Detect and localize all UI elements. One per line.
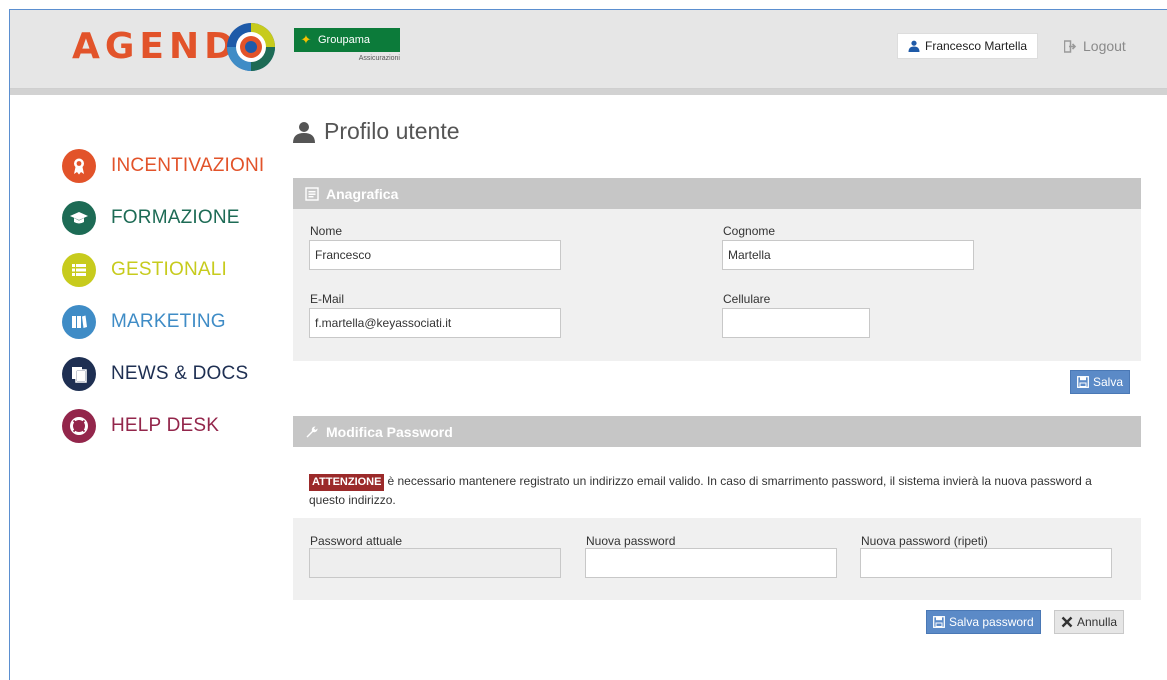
header-divider [10,89,1167,95]
email-label: E-Mail [310,292,345,306]
agend-logo-icon [227,23,275,71]
current-password-field[interactable] [309,548,561,578]
graduation-cap-icon [62,201,96,235]
id-card-icon [305,186,319,201]
email-value: f.martella@keyassociati.it [315,316,452,330]
cellulare-label: Cellulare [723,292,771,306]
new-password-label: Nuova password [586,534,676,548]
cellulare-field[interactable] [722,308,870,338]
sidebar-item-label: FORMAZIONE [111,207,240,228]
cognome-field[interactable]: Martella [722,240,974,270]
anagrafica-panel-header: Anagrafica [293,178,1141,209]
nome-field[interactable]: Francesco [309,240,561,270]
current-password-label: Password attuale [310,534,403,548]
sidebar-item-label: GESTIONALI [111,259,228,280]
page-title-text: Profilo utente [324,118,460,144]
save-icon [933,616,945,628]
sidebar-item-label: MARKETING [111,311,226,332]
user-icon [293,121,315,143]
documents-icon [62,357,96,391]
cognome-value: Martella [728,248,771,262]
nome-label: Nome [310,224,343,238]
nome-value: Francesco [315,248,372,262]
salva-label: Salva [1093,375,1124,389]
warning-badge: ATTENZIONE [309,474,385,491]
logout-label: Logout [1083,38,1126,54]
user-profile-button[interactable]: Francesco Martella [897,33,1039,59]
partner-name: Groupama [318,34,370,46]
repeat-password-label: Nuova password (ripeti) [861,534,988,548]
repeat-password-field[interactable] [860,548,1112,578]
password-heading: Modifica Password [326,423,453,440]
user-name: Francesco Martella [925,39,1028,53]
cognome-label: Cognome [723,224,776,238]
save-icon [1077,376,1089,388]
sidebar-item-help-desk[interactable]: HELP DESK [62,400,262,452]
groupama-bird-icon: ✦ [300,32,312,47]
new-password-field[interactable] [585,548,837,578]
password-panel-header: Modifica Password [293,416,1141,447]
logout-icon [1064,39,1077,53]
wrench-icon [306,425,318,437]
sidebar-item-incentivazioni[interactable]: INCENTIVAZIONI [62,140,265,192]
list-icon [62,253,96,287]
sidebar-item-marketing[interactable]: MARKETING [62,296,262,348]
sidebar-item-formazione[interactable]: FORMAZIONE [62,192,262,244]
password-warning: ATTENZIONE è necessario mantenere registr… [309,472,1129,510]
sidebar-item-gestionali[interactable]: GESTIONALI [62,244,262,296]
award-icon [62,149,96,183]
salva-password-button[interactable]: Salva password [926,610,1041,634]
annulla-button[interactable]: Annulla [1054,610,1125,634]
salva-button[interactable]: Salva [1070,370,1131,394]
top-header: AGEND ✦ Groupama Assicurazioni Francesco… [10,10,1167,89]
agend-logo-text: AGEND [72,26,240,67]
sidebar-item-label: INCENTIVAZIONI [111,155,265,176]
page-title: Profilo utente [292,118,460,145]
salva-password-label: Salva password [949,615,1034,629]
app-frame: AGEND ✦ Groupama Assicurazioni Francesco… [9,9,1167,680]
logout-button[interactable]: Logout [1064,33,1126,59]
annulla-label: Annulla [1077,615,1118,629]
email-field[interactable]: f.martella@keyassociati.it [309,308,561,338]
sidebar-nav: INCENTIVAZIONI FORMAZIONE GESTIONALI MAR… [62,140,265,452]
anagrafica-heading: Anagrafica [326,185,399,202]
anagrafica-panel-body [293,209,1141,361]
partner-subtitle: Assicurazioni [358,55,400,62]
sidebar-item-news-docs[interactable]: NEWS & DOCS [62,348,262,400]
user-icon [908,40,920,52]
sidebar-item-label: NEWS & DOCS [111,363,249,384]
close-icon [1061,616,1073,628]
warning-text: è necessario mantenere registrato un ind… [309,474,1092,507]
groupama-logo: ✦ Groupama Assicurazioni [294,28,400,68]
sidebar-item-label: HELP DESK [111,415,220,436]
lifebuoy-icon [62,409,96,443]
book-icon [62,305,96,339]
